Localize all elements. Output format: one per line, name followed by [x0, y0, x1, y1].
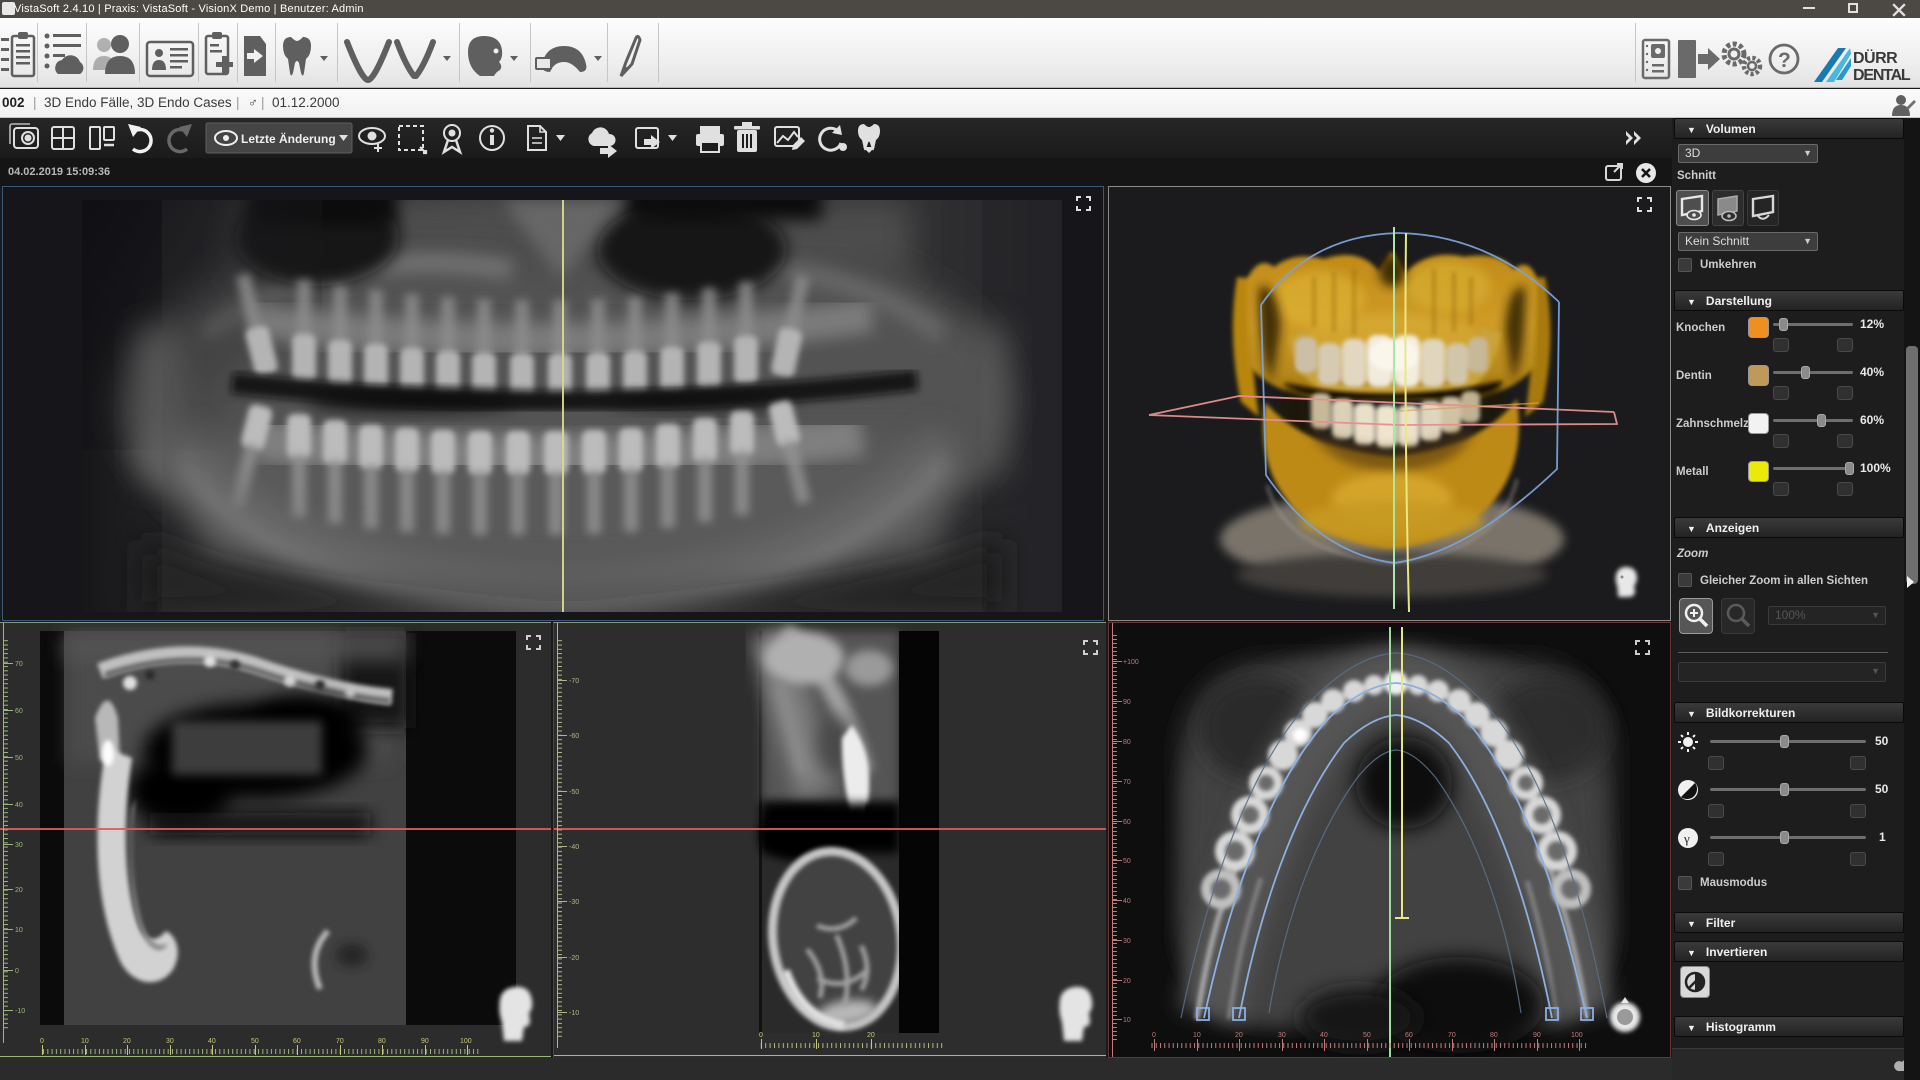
svg-text:60: 60 [1123, 819, 1131, 826]
svg-text:30: 30 [1123, 938, 1131, 945]
svg-text:80: 80 [1490, 1032, 1498, 1039]
svg-text:-30: -30 [569, 899, 579, 906]
svg-text:40: 40 [1123, 898, 1131, 905]
svg-text:50: 50 [15, 755, 23, 762]
svg-text:60: 60 [293, 1038, 301, 1045]
svg-text:40: 40 [208, 1038, 216, 1045]
svg-text:20: 20 [1235, 1032, 1243, 1039]
svg-text:70: 70 [1123, 779, 1131, 786]
svg-text:50: 50 [1363, 1032, 1371, 1039]
svg-text:10: 10 [1123, 1017, 1131, 1024]
svg-text:0: 0 [759, 1032, 763, 1039]
svg-text:20: 20 [123, 1038, 131, 1045]
svg-text:60: 60 [15, 708, 23, 715]
svg-text:DENTAL: DENTAL [1853, 67, 1911, 84]
svg-text:Letzte Änderung: Letzte Änderung [241, 131, 336, 146]
svg-text:20: 20 [15, 887, 23, 894]
svg-text:DÜRR: DÜRR [1853, 48, 1898, 67]
svg-text:-40: -40 [569, 844, 579, 851]
svg-text:+100: +100 [1123, 659, 1139, 666]
svg-text:20: 20 [867, 1032, 875, 1039]
svg-text:10: 10 [1193, 1032, 1201, 1039]
svg-text:20: 20 [1123, 978, 1131, 985]
svg-text:10: 10 [81, 1038, 89, 1045]
svg-text:70: 70 [15, 661, 23, 668]
svg-text:40: 40 [1320, 1032, 1328, 1039]
svg-text:30: 30 [15, 842, 23, 849]
svg-text:100: 100 [1571, 1032, 1583, 1039]
svg-text:60: 60 [1405, 1032, 1413, 1039]
svg-text:10: 10 [15, 927, 23, 934]
svg-text:70: 70 [1448, 1032, 1456, 1039]
svg-text:50: 50 [251, 1038, 259, 1045]
svg-text:80: 80 [1123, 739, 1131, 746]
svg-text:γ: γ [1683, 831, 1690, 846]
svg-text:30: 30 [166, 1038, 174, 1045]
svg-text:50: 50 [1123, 858, 1131, 865]
svg-text:-10: -10 [15, 1008, 25, 1015]
svg-text:30: 30 [1278, 1032, 1286, 1039]
svg-text:-50: -50 [569, 789, 579, 796]
svg-text:-60: -60 [569, 733, 579, 740]
svg-text:-10: -10 [569, 1010, 579, 1017]
svg-text:40: 40 [15, 802, 23, 809]
svg-text:90: 90 [421, 1038, 429, 1045]
svg-text:100: 100 [460, 1038, 472, 1045]
svg-text:10: 10 [812, 1032, 820, 1039]
svg-text:0: 0 [15, 968, 19, 975]
svg-text:70: 70 [336, 1038, 344, 1045]
svg-text:-70: -70 [569, 678, 579, 685]
svg-text:?: ? [1778, 49, 1791, 72]
svg-text:-20: -20 [569, 955, 579, 962]
svg-text:0: 0 [40, 1038, 44, 1045]
svg-text:0: 0 [1152, 1032, 1156, 1039]
svg-text:90: 90 [1123, 699, 1131, 706]
svg-text:90: 90 [1533, 1032, 1541, 1039]
svg-text:80: 80 [378, 1038, 386, 1045]
